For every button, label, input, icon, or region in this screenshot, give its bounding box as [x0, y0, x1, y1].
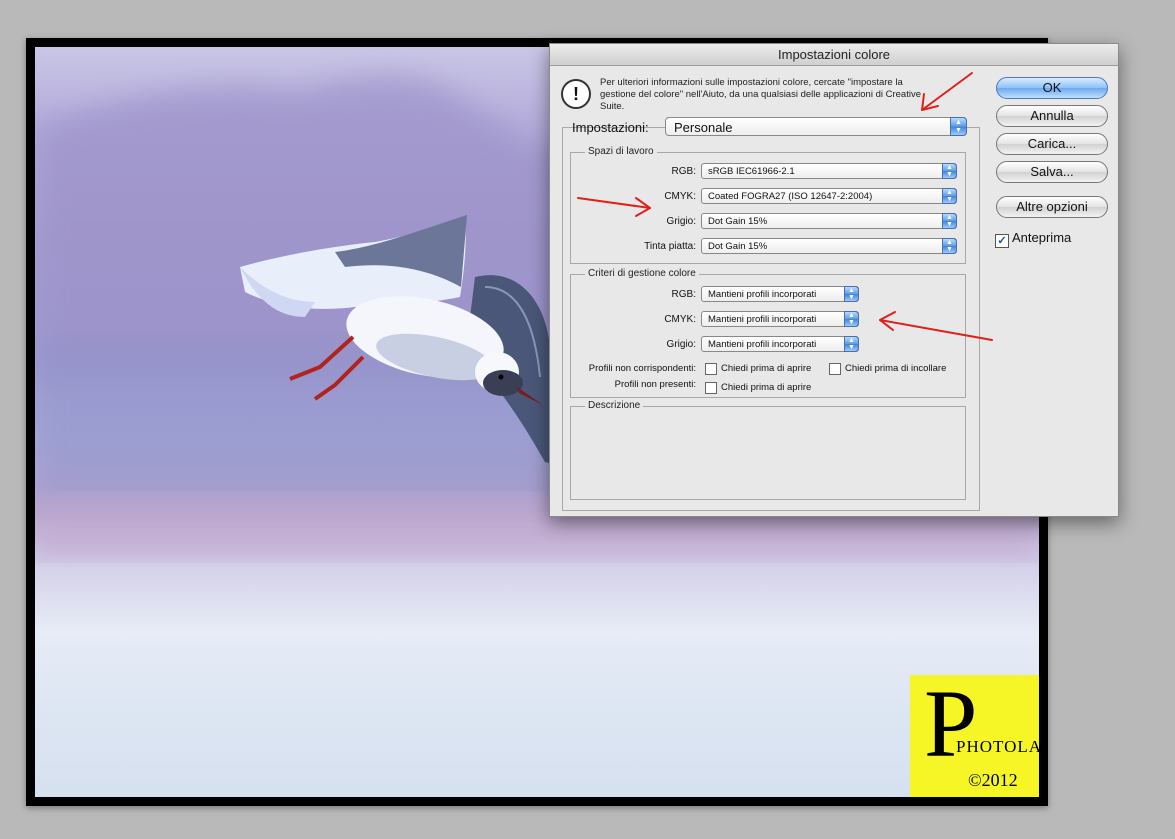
- mismatch-ask-open-label: Chiedi prima di aprire: [721, 363, 812, 374]
- info-icon: !: [561, 79, 591, 109]
- chevron-updown-icon[interactable]: ▲ ▼: [844, 286, 859, 302]
- policy-gray-value: Mantieni profili incorporati: [708, 339, 817, 350]
- watermark-name: PHOTOLAB: [956, 737, 1039, 756]
- checkmark-icon[interactable]: ✓: [995, 234, 1009, 248]
- info-text: Per ulteriori informazioni sulle imposta…: [600, 77, 921, 112]
- mismatch-ask-paste-label: Chiedi prima di incollare: [845, 363, 947, 374]
- rgb-label: RGB:: [671, 166, 696, 177]
- description-legend: Descrizione: [585, 400, 644, 411]
- description-group: Descrizione: [570, 400, 966, 500]
- spot-working-space-select[interactable]: Dot Gain 15% ▲ ▼: [701, 238, 957, 254]
- missing-ask-open-checkbox[interactable]: [705, 382, 717, 394]
- chevron-updown-icon[interactable]: ▲ ▼: [942, 163, 957, 179]
- gray-working-space-select[interactable]: Dot Gain 15% ▲ ▼: [701, 213, 957, 229]
- rgb-working-space-select[interactable]: sRGB IEC61966-2.1 ▲ ▼: [701, 163, 957, 179]
- mismatch-ask-open-checkbox[interactable]: [705, 363, 717, 375]
- spot-working-space-value: Dot Gain 15%: [708, 241, 768, 252]
- policy-gray-select[interactable]: Mantieni profili incorporati ▲ ▼: [701, 336, 859, 352]
- ok-button[interactable]: OK: [996, 77, 1108, 99]
- cancel-button[interactable]: Annulla: [996, 105, 1108, 127]
- spot-label: Tinta piatta:: [644, 241, 696, 252]
- working-spaces-legend: Spazi di lavoro: [585, 146, 657, 157]
- rgb-working-space-value: sRGB IEC61966-2.1: [708, 166, 795, 177]
- settings-value: Personale: [674, 120, 733, 135]
- policy-rgb-select[interactable]: Mantieni profili incorporati ▲ ▼: [701, 286, 859, 302]
- policy-rgb-value: Mantieni profili incorporati: [708, 289, 817, 300]
- color-policies-legend: Criteri di gestione colore: [585, 268, 699, 279]
- cmyk-label: CMYK:: [664, 191, 696, 202]
- gray-label: Grigio:: [666, 216, 696, 227]
- photolab-watermark: P PHOTOLAB ©2012: [910, 670, 1039, 797]
- policy-cmyk-select[interactable]: Mantieni profili incorporati ▲ ▼: [701, 311, 859, 327]
- gray-working-space-value: Dot Gain 15%: [708, 216, 768, 227]
- more-options-button[interactable]: Altre opzioni: [996, 196, 1108, 218]
- mismatch-label: Profili non corrispondenti:: [588, 363, 696, 374]
- mismatch-ask-paste-checkbox[interactable]: [829, 363, 841, 375]
- preview-checkbox[interactable]: ✓ Anteprima: [995, 230, 1071, 248]
- chevron-updown-icon[interactable]: ▲ ▼: [942, 238, 957, 254]
- watermark-year: ©2012: [968, 770, 1018, 790]
- load-button[interactable]: Carica...: [996, 133, 1108, 155]
- policy-gray-label: Grigio:: [666, 339, 696, 350]
- seagull-image: [240, 215, 565, 467]
- chevron-updown-icon[interactable]: ▲ ▼: [844, 311, 859, 327]
- missing-ask-open-label: Chiedi prima di aprire: [721, 382, 812, 393]
- chevron-updown-icon[interactable]: ▲ ▼: [942, 188, 957, 204]
- missing-label: Profili non presenti:: [614, 379, 696, 390]
- watermark-initial: P: [924, 670, 978, 777]
- preview-label: Anteprima: [1012, 230, 1072, 245]
- chevron-updown-icon[interactable]: ▲ ▼: [942, 213, 957, 229]
- policy-cmyk-label: CMYK:: [664, 314, 696, 325]
- policy-rgb-label: RGB:: [671, 289, 696, 300]
- chevron-updown-icon[interactable]: ▲ ▼: [844, 336, 859, 352]
- color-settings-dialog: Impostazioni colore ! Per ulteriori info…: [549, 43, 1119, 517]
- cmyk-working-space-value: Coated FOGRA27 (ISO 12647-2:2004): [708, 191, 873, 202]
- policy-cmyk-value: Mantieni profili incorporati: [708, 314, 817, 325]
- dialog-title[interactable]: Impostazioni colore: [550, 44, 1118, 66]
- settings-label: Impostazioni:: [572, 120, 649, 135]
- settings-select[interactable]: Personale ▲ ▼: [665, 117, 967, 136]
- chevron-updown-icon[interactable]: ▲ ▼: [950, 117, 967, 136]
- cmyk-working-space-select[interactable]: Coated FOGRA27 (ISO 12647-2:2004) ▲ ▼: [701, 188, 957, 204]
- save-button[interactable]: Salva...: [996, 161, 1108, 183]
